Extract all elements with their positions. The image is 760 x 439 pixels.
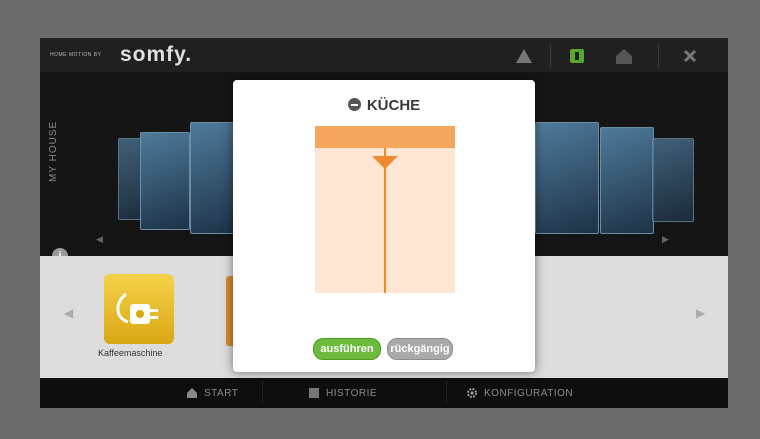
plug-icon [116,292,158,324]
room-card[interactable] [652,138,694,222]
carousel-right-icon[interactable]: ▶ [662,234,669,245]
my-house-label: MY HOUSE [48,120,59,182]
history-icon [309,388,319,398]
room-card[interactable] [140,132,190,230]
divider [446,382,448,404]
room-dialog: KÜCHE ausführen rückgängig [233,80,535,372]
carousel-left-icon[interactable]: ◀ [96,234,103,245]
warning-icon[interactable] [514,46,534,66]
blind-icon [347,98,361,111]
strip-left-icon[interactable]: ◀ [64,306,73,320]
tagline: HOME MOTION BY [50,52,102,58]
somfy-logo: somfy. [120,43,193,66]
room-card[interactable] [600,127,654,234]
nav-history[interactable]: HISTORIE [308,387,377,399]
blind-track [384,148,386,293]
home-icon [187,388,197,398]
nav-start-label: START [204,387,239,399]
nav-config[interactable]: KONFIGURATION [466,387,573,399]
home-icon[interactable] [614,46,634,66]
nav-config-label: KONFIGURATION [484,387,574,399]
close-icon[interactable] [680,46,700,66]
nav-start[interactable]: START [186,387,238,399]
position-handle[interactable] [372,155,398,169]
device-label: Kaffeemaschine [98,348,163,358]
blind-head [315,126,455,148]
bottom-nav: START HISTORIE KONFIGURATION [40,378,728,408]
top-bar: HOME MOTION BY somfy. [40,38,728,72]
execute-button[interactable]: ausführen [313,338,381,360]
device-tile-kaffeemaschine[interactable] [104,274,174,344]
divider [658,44,659,68]
dialog-title-row: KÜCHE [233,97,535,114]
blind-position-control[interactable] [315,126,455,293]
nav-history-label: HISTORIE [326,387,378,399]
undo-button[interactable]: rückgängig [387,338,453,360]
tablet-frame: HOME MOTION BY somfy. MY HOUSE ◀ ▶ ◀ Kaf… [0,0,760,439]
strip-right-icon[interactable]: ▶ [696,306,705,320]
timer-icon[interactable] [567,46,587,66]
dialog-title: KÜCHE [366,97,421,114]
room-card[interactable] [535,122,599,234]
gear-icon [467,388,477,398]
divider [550,44,551,68]
divider [262,382,264,404]
